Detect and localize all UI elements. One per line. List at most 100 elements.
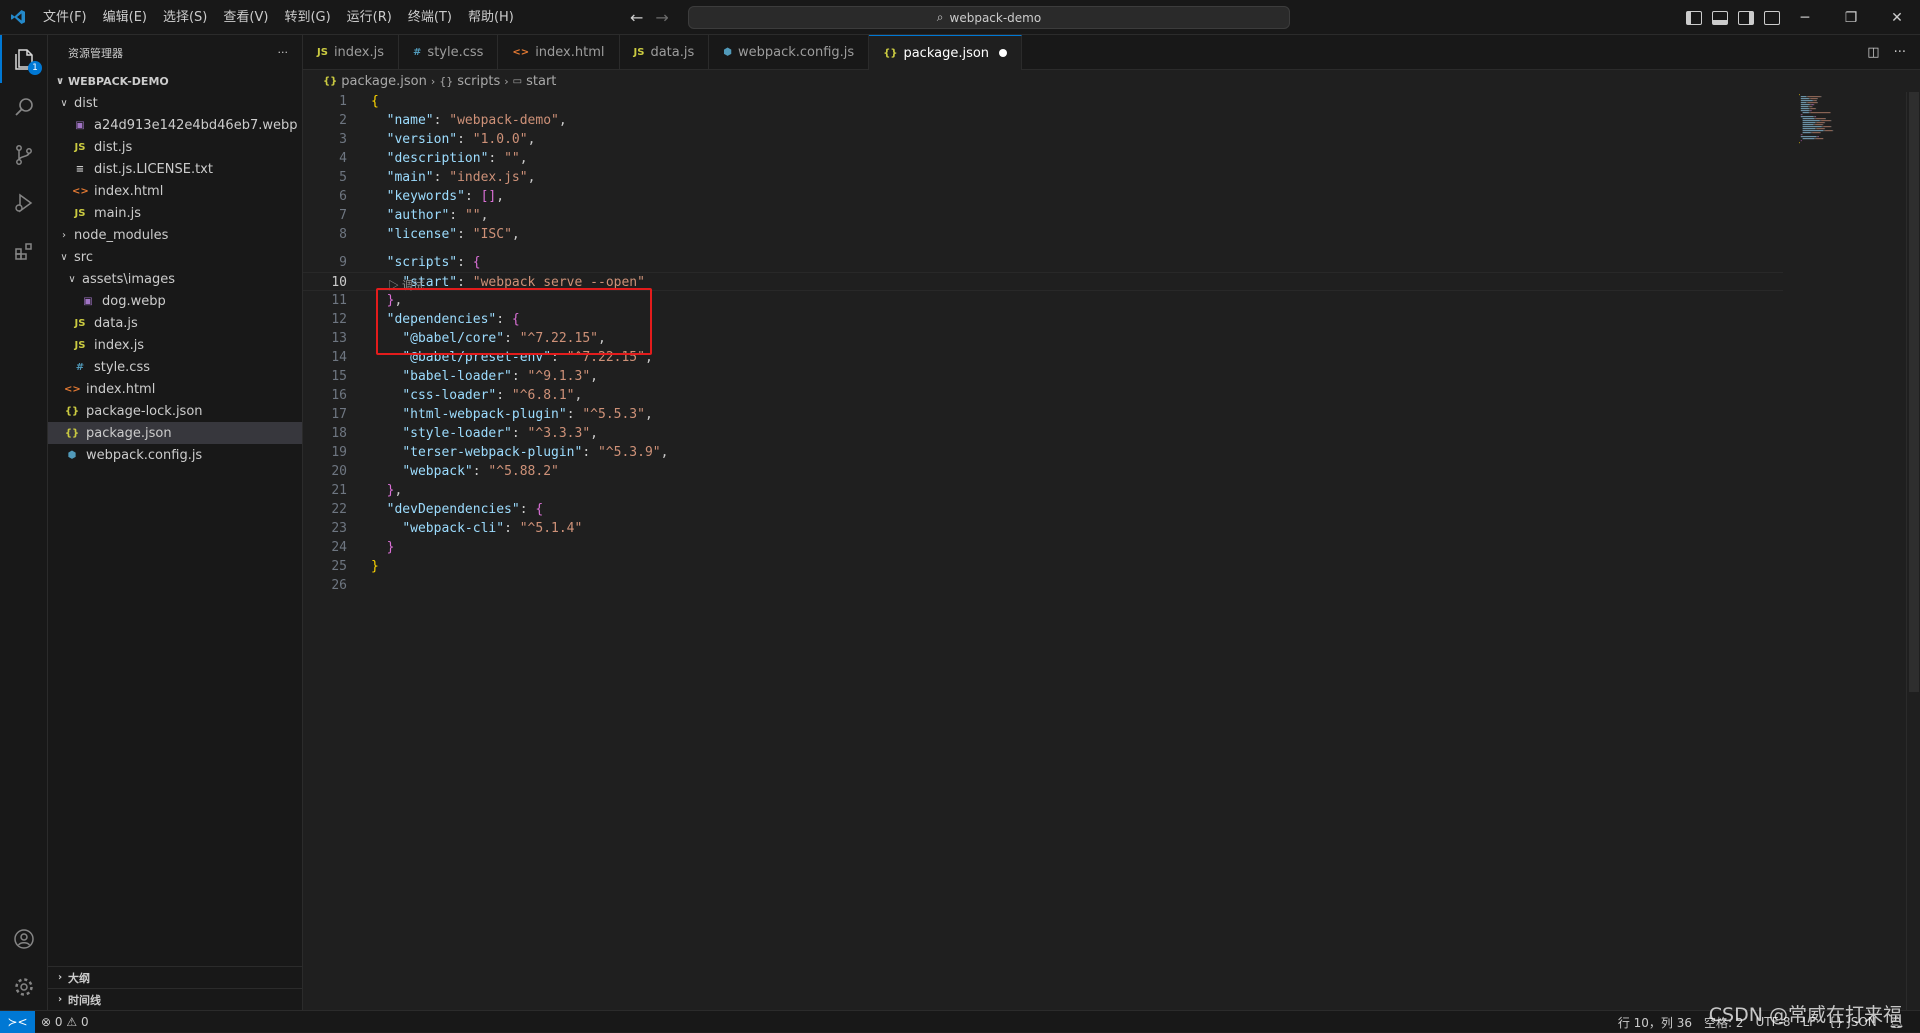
tree-folder[interactable]: ∨ dist [48, 92, 302, 114]
tree-folder[interactable]: ∨ assets\images [48, 268, 302, 290]
toggle-panel-icon[interactable] [1712, 10, 1728, 25]
outline-section[interactable]: › 大纲 [48, 966, 302, 988]
minimap-token [1800, 98, 1809, 100]
editor-tab[interactable]: <> index.html [498, 35, 620, 70]
timeline-section[interactable]: › 时间线 [48, 988, 302, 1010]
tree-file[interactable]: {} package.json [48, 422, 302, 444]
command-center-search[interactable]: ⌕ webpack-demo [688, 6, 1290, 29]
editor-tab[interactable]: JS index.js [303, 35, 400, 70]
code-line[interactable]: 22 "devDependencies": { [303, 500, 1783, 519]
minimap-token [1802, 128, 1816, 130]
extensions-icon[interactable] [0, 227, 48, 275]
menu-item[interactable]: 查看(V) [215, 0, 276, 35]
editor-tab[interactable]: ⬢ webpack.config.js [709, 35, 870, 70]
forward-arrow-icon[interactable]: → [655, 8, 668, 27]
code-line[interactable]: 25} [303, 557, 1783, 576]
tree-file[interactable]: <> index.html [48, 378, 302, 400]
code-line[interactable]: 17 "html-webpack-plugin": "^5.5.3", [303, 405, 1783, 424]
tree-folder[interactable]: ∨ src [48, 246, 302, 268]
scrollbar-thumb[interactable] [1909, 92, 1919, 692]
code-line[interactable]: 4 "description": "", [303, 149, 1783, 168]
tree-file[interactable]: ▣ dog.webp [48, 290, 302, 312]
tree-file[interactable]: ▣ a24d913e142e4bd46eb7.webp [48, 114, 302, 136]
back-arrow-icon[interactable]: ← [630, 8, 643, 27]
tree-folder[interactable]: › node_modules [48, 224, 302, 246]
code-line[interactable]: 1{ [303, 92, 1783, 111]
menu-item[interactable]: 帮助(H) [460, 0, 522, 35]
minimap[interactable] [1793, 92, 1903, 152]
accounts-icon[interactable] [0, 915, 48, 963]
run-debug-icon[interactable] [0, 179, 48, 227]
code-line[interactable]: 23 "webpack-cli": "^5.1.4" [303, 519, 1783, 538]
toggle-primary-sidebar-icon[interactable] [1686, 10, 1702, 25]
code-line[interactable]: 7 "author": "", [303, 206, 1783, 225]
menu-item[interactable]: 转到(G) [276, 0, 338, 35]
source-control-icon[interactable] [0, 131, 48, 179]
tree-file[interactable]: JS dist.js [48, 136, 302, 158]
explorer-icon[interactable]: 1 [0, 35, 48, 83]
code-line[interactable]: 21 }, [303, 481, 1783, 500]
editor-tab[interactable]: # style.css [399, 35, 499, 70]
tree-file[interactable]: JS index.js [48, 334, 302, 356]
menu-item[interactable]: 运行(R) [339, 0, 400, 35]
more-actions-icon[interactable]: ··· [1894, 45, 1906, 60]
code-line[interactable]: 2 "name": "webpack-demo", [303, 111, 1783, 130]
tree-file[interactable]: <> index.html [48, 180, 302, 202]
code-line[interactable]: 24 } [303, 538, 1783, 557]
code-line[interactable]: 5 "main": "index.js", [303, 168, 1783, 187]
more-actions-icon[interactable]: ··· [278, 46, 289, 59]
unsaved-dot-icon[interactable] [999, 49, 1008, 57]
breadcrumb-scripts[interactable]: scripts [457, 74, 500, 89]
menu-item[interactable]: 文件(F) [35, 0, 95, 35]
line-text: "keywords": [], [371, 187, 504, 206]
customize-layout-icon[interactable] [1764, 10, 1780, 25]
problems-indicator[interactable]: ⊗ 0 ⚠ 0 [35, 1015, 95, 1029]
code-line[interactable]: 19 "terser-webpack-plugin": "^5.3.9", [303, 443, 1783, 462]
code-line[interactable]: 8 "license": "ISC", [303, 225, 1783, 244]
tree-file[interactable]: {} package-lock.json [48, 400, 302, 422]
project-folder-header[interactable]: ∨ WEBPACK-DEMO [48, 70, 302, 92]
code-token: : [582, 445, 598, 460]
tree-file[interactable]: JS data.js [48, 312, 302, 334]
code-line[interactable]: 15 "babel-loader": "^9.1.3", [303, 367, 1783, 386]
chevron-right-icon: › [62, 229, 66, 241]
code-line[interactable]: 18 "style-loader": "^3.3.3", [303, 424, 1783, 443]
menu-item[interactable]: 编辑(E) [95, 0, 155, 35]
code-line[interactable]: 6 "keywords": [], [303, 187, 1783, 206]
code-line[interactable]: 9 "scripts": { [303, 253, 1783, 272]
split-editor-icon[interactable]: ◫ [1867, 45, 1879, 60]
minimize-icon[interactable]: ─ [1782, 0, 1828, 35]
menu-item[interactable]: 选择(S) [155, 0, 215, 35]
code-line[interactable]: 16 "css-loader": "^6.8.1", [303, 386, 1783, 405]
breadcrumb-file[interactable]: package.json [341, 74, 427, 89]
cursor-position[interactable]: 行 10，列 36 [1612, 1014, 1698, 1031]
editor-tab[interactable]: {} package.json [869, 35, 1023, 70]
breadcrumb-start[interactable]: start [526, 74, 556, 89]
tree-file[interactable]: ≡ dist.js.LICENSE.txt [48, 158, 302, 180]
line-number: 6 [339, 189, 347, 204]
json-file-icon: {} [64, 405, 80, 417]
code-token: "main" [386, 170, 434, 185]
tree-file[interactable]: # style.css [48, 356, 302, 378]
vertical-scrollbar[interactable] [1906, 92, 1920, 1010]
restore-icon[interactable]: ❐ [1828, 0, 1874, 35]
code-line[interactable]: 3 "version": "1.0.0", [303, 130, 1783, 149]
minimap-token [1800, 104, 1810, 106]
minimap-token [1809, 104, 1812, 106]
editor-tab[interactable]: JS data.js [620, 35, 710, 70]
close-icon[interactable]: ✕ [1874, 0, 1920, 35]
tree-file[interactable]: JS main.js [48, 202, 302, 224]
menu-item[interactable]: 终端(T) [400, 0, 460, 35]
minimap-token [1825, 130, 1833, 132]
code-line[interactable]: 26 [303, 576, 1783, 595]
minimap-token [1802, 124, 1814, 126]
line-number: 3 [339, 132, 347, 147]
tree-file[interactable]: ⬢ webpack.config.js [48, 444, 302, 466]
remote-icon[interactable]: ≻< [0, 1010, 35, 1033]
code-token: : [511, 426, 528, 441]
code-line[interactable]: 20 "webpack": "^5.88.2" [303, 462, 1783, 481]
toggle-secondary-sidebar-icon[interactable] [1738, 10, 1754, 25]
code-token: : [519, 502, 536, 517]
settings-gear-icon[interactable] [0, 963, 48, 1011]
search-icon[interactable] [0, 83, 48, 131]
